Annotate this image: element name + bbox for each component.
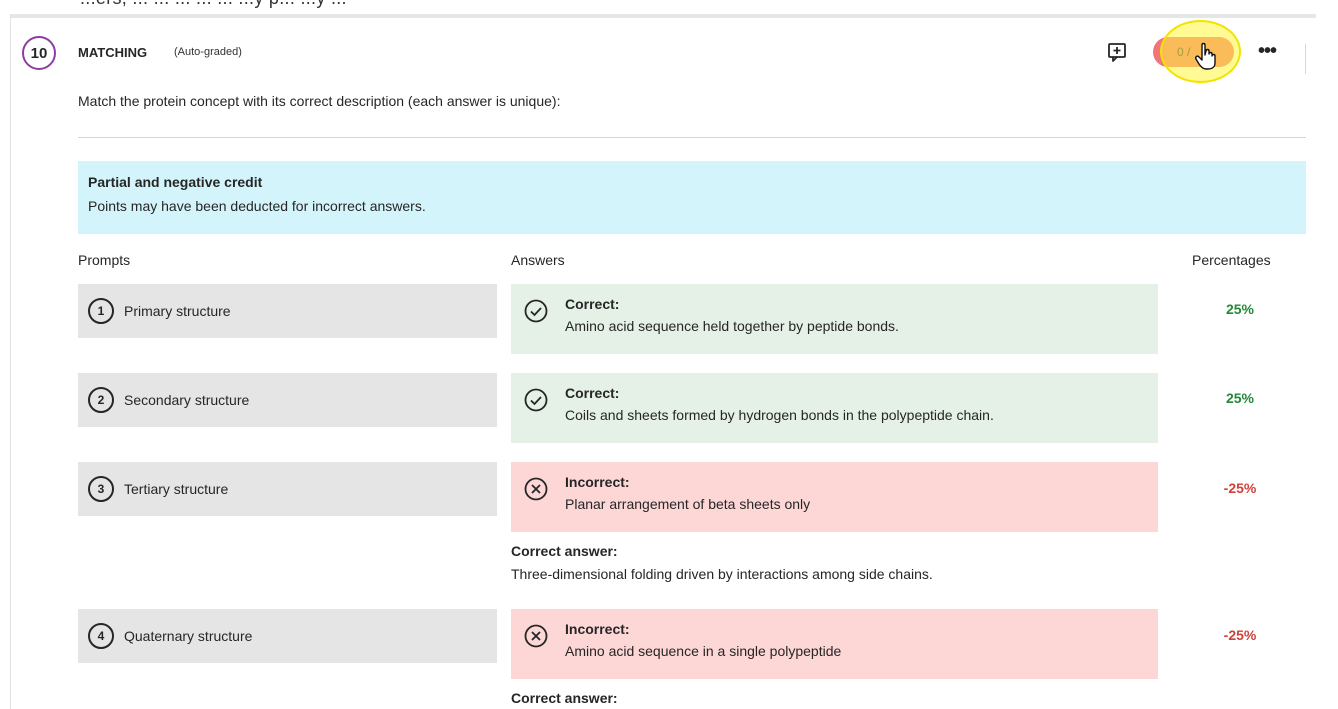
prompt-item: 1 Primary structure [78,284,497,338]
header-separator [1305,44,1306,74]
answer-status: Incorrect: [565,621,630,637]
question-number-badge: 10 [22,36,56,70]
prompt-number: 2 [88,387,114,413]
percentages-header: Percentages [1192,252,1271,268]
prompt-item: 3 Tertiary structure [78,462,497,516]
banner-text: Points may have been deducted for incorr… [88,198,426,214]
answer-item-incorrect: Incorrect: Planar arrangement of beta sh… [511,462,1158,532]
correct-answer-text: Three-dimensional folding driven by inte… [511,566,933,582]
answer-item-incorrect: Incorrect: Amino acid sequence in a sing… [511,609,1158,679]
question-instructions: Match the protein concept with its corre… [78,93,561,109]
question-type: MATCHING [78,45,148,60]
previous-question-text: ...ers, ... ... ... ... ... ...y p... ..… [80,0,347,9]
answer-percentage: 25% [1225,301,1255,317]
hand-pointer-icon [1194,41,1220,71]
answers-header: Answers [511,252,565,268]
prompt-label: Quaternary structure [124,628,253,644]
grading-mode: (Auto-graded) [174,46,242,58]
credit-info-banner: Partial and negative credit Points may h… [78,161,1306,234]
answer-percentage: -25% [1223,627,1257,643]
answer-status: Incorrect: [565,474,630,490]
prompt-number: 1 [88,298,114,324]
correct-answer-label: Correct answer: [511,690,618,706]
check-circle-icon [523,387,549,413]
more-options-icon[interactable]: ••• [1258,41,1277,61]
answer-text: Planar arrangement of beta sheets only [565,496,811,512]
x-circle-icon [523,623,549,649]
answer-status: Correct: [565,385,620,401]
answer-status: Correct: [565,296,620,312]
prompts-header: Prompts [78,252,131,268]
prompt-label: Tertiary structure [124,481,229,497]
answer-percentage: 25% [1225,390,1255,406]
add-comment-icon[interactable] [1107,42,1127,62]
answer-percentage: -25% [1223,480,1257,496]
answer-item-correct: Correct: Amino acid sequence held togeth… [511,284,1158,354]
question-card [10,14,1316,709]
answer-text: Amino acid sequence in a single polypept… [565,643,842,659]
answer-text: Coils and sheets formed by hydrogen bond… [565,407,994,423]
prompt-number: 3 [88,476,114,502]
prompt-label: Primary structure [124,303,231,319]
previous-question-cutoff: ...ers, ... ... ... ... ... ...y p... ..… [0,0,1338,14]
prompt-item: 4 Quaternary structure [78,609,497,663]
prompt-label: Secondary structure [124,392,250,408]
divider [78,137,1306,138]
prompt-item: 2 Secondary structure [78,373,497,427]
answer-item-correct: Correct: Coils and sheets formed by hydr… [511,373,1158,443]
answer-text: Amino acid sequence held together by pep… [565,318,899,334]
prompt-number: 4 [88,623,114,649]
x-circle-icon [523,476,549,502]
check-circle-icon [523,298,549,324]
banner-title: Partial and negative credit [88,174,263,190]
correct-answer-label: Correct answer: [511,543,618,559]
